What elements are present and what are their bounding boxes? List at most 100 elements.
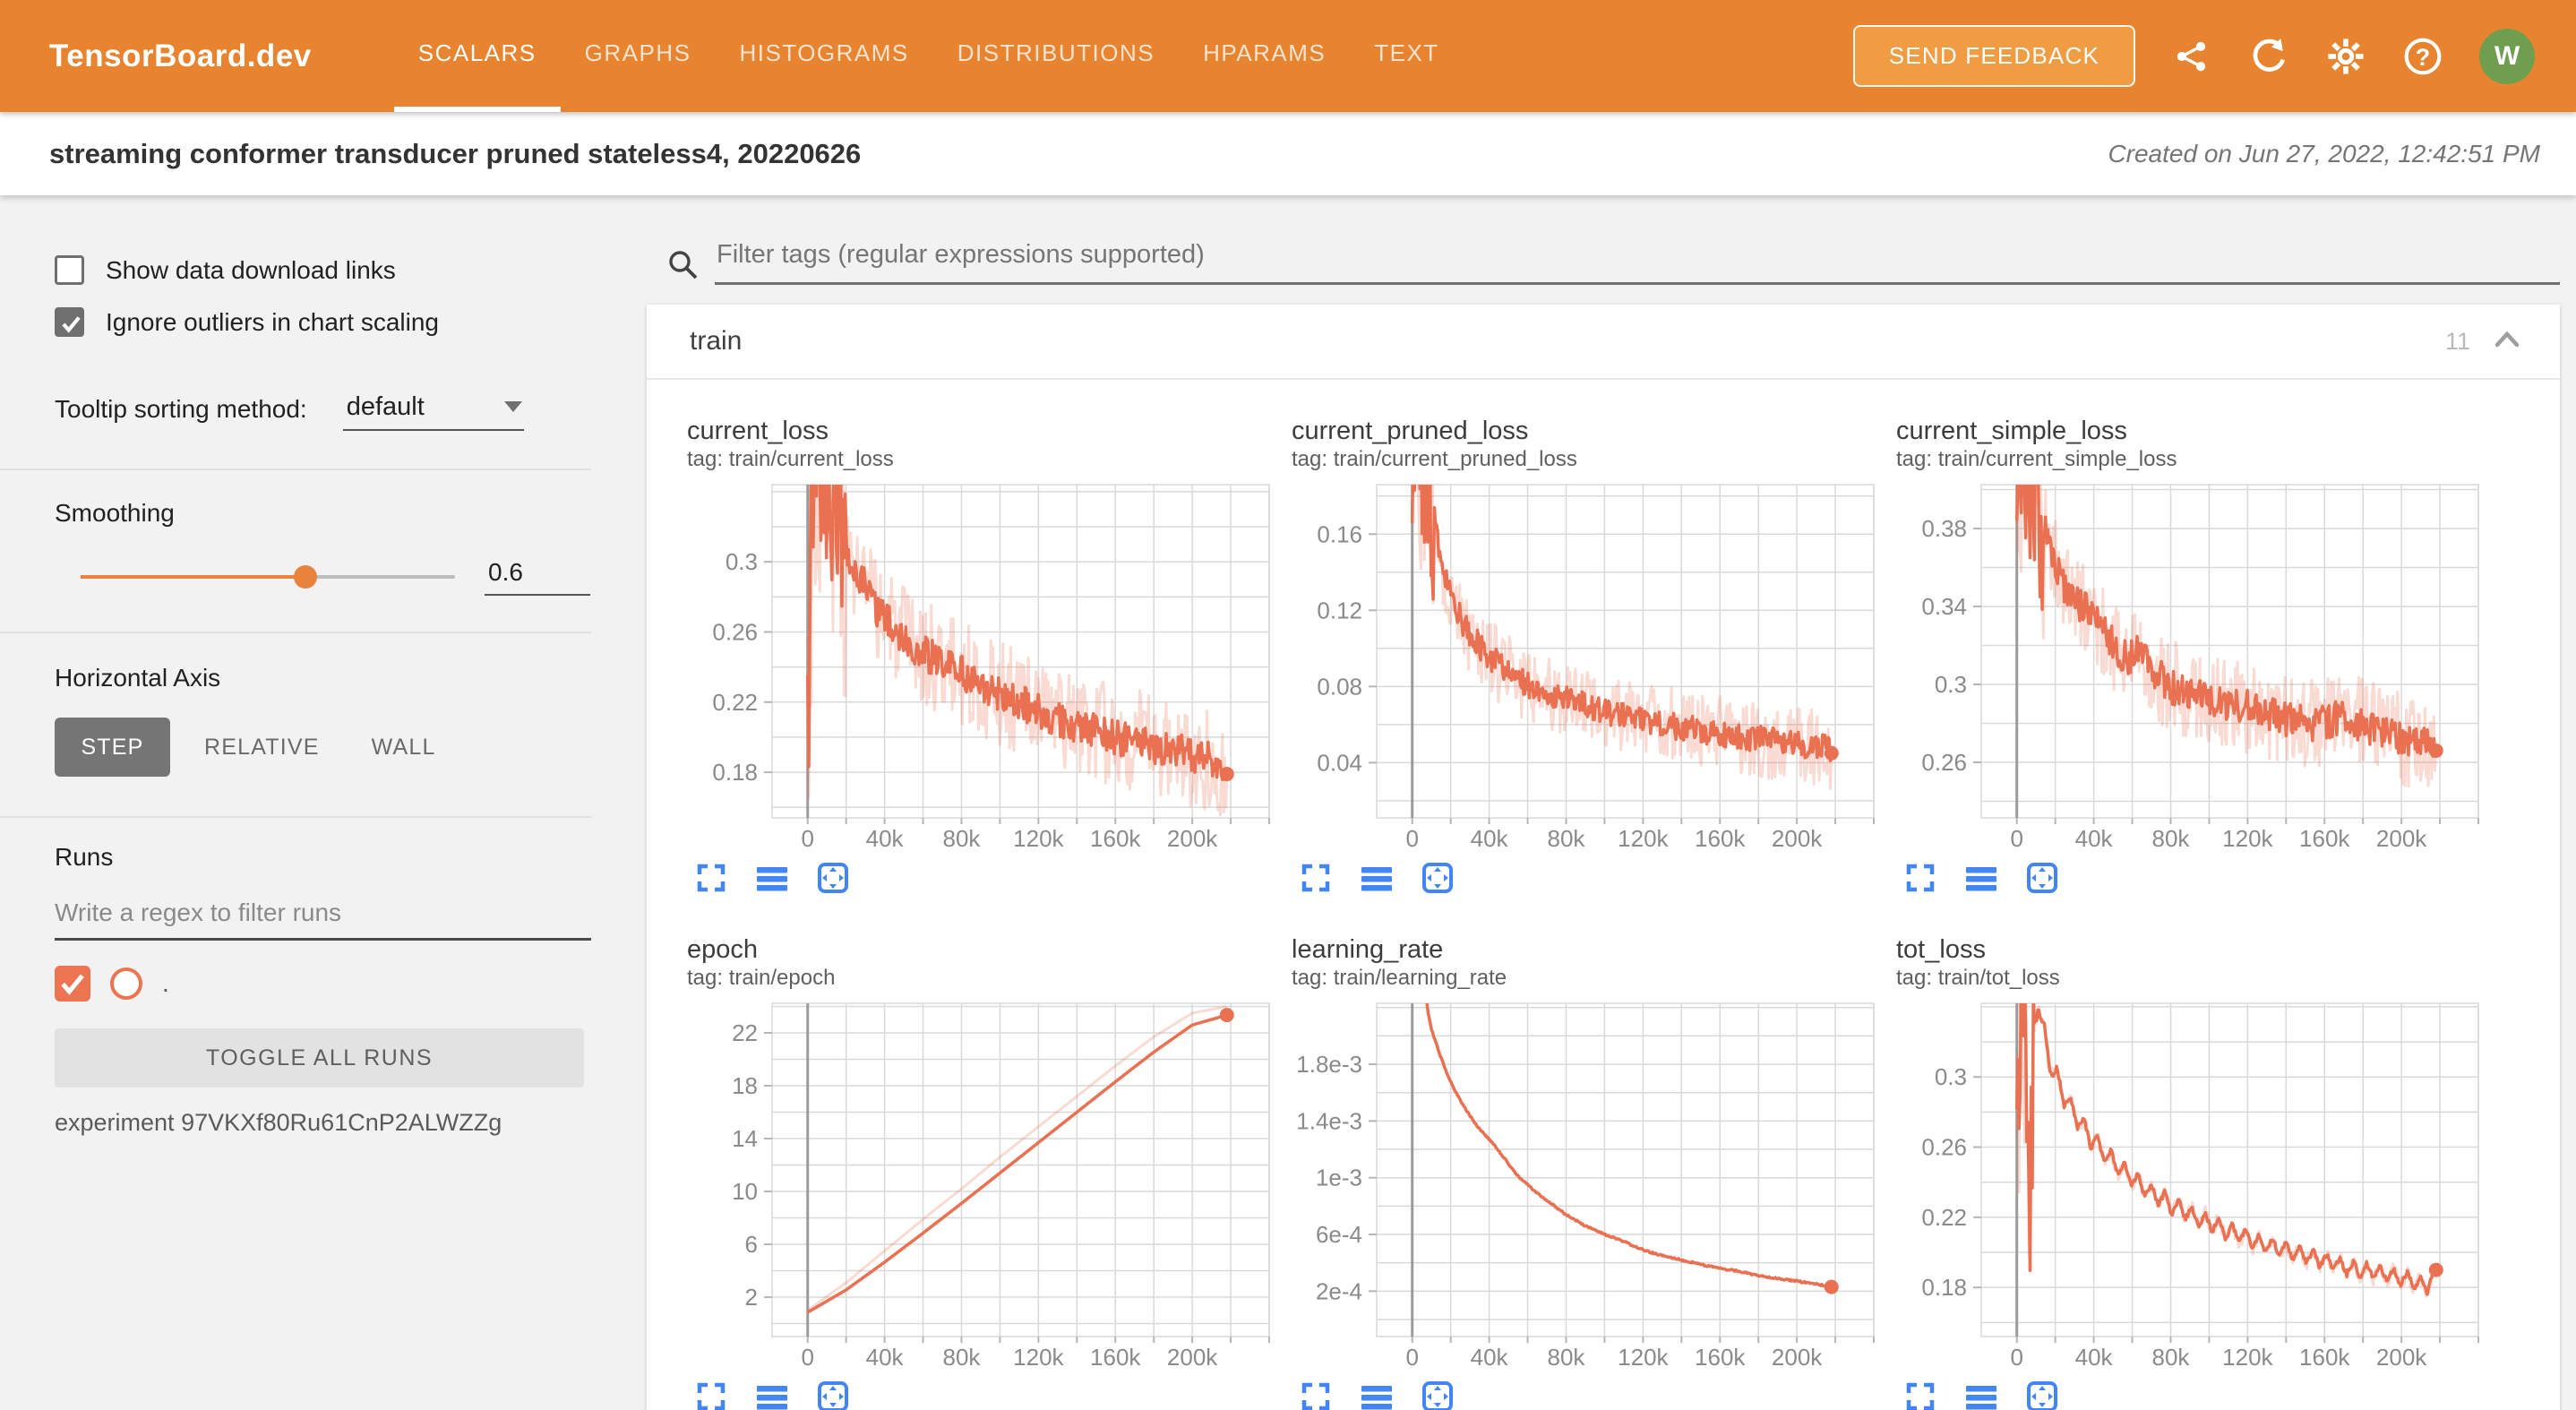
chart-plot-current_pruned_loss[interactable]: 040k80k120k160k200k0.040.080.120.16 bbox=[1292, 477, 1878, 854]
svg-text:14: 14 bbox=[732, 1125, 758, 1152]
smoothing-value-input[interactable] bbox=[485, 558, 590, 596]
chart-plot-epoch[interactable]: 040k80k120k160k200k2610141822 bbox=[687, 996, 1274, 1372]
refresh-icon[interactable] bbox=[2248, 36, 2289, 77]
run-checkbox[interactable] bbox=[55, 966, 90, 1002]
chart-title: current_pruned_loss bbox=[1292, 416, 1878, 446]
runs-selector-icon[interactable] bbox=[1360, 861, 1394, 895]
fit-domain-icon[interactable] bbox=[1421, 1380, 1455, 1410]
svg-text:80k: 80k bbox=[2152, 825, 2191, 852]
tooltip-sorting-dropdown[interactable]: default bbox=[343, 392, 524, 431]
svg-text:10: 10 bbox=[732, 1178, 758, 1205]
help-icon[interactable]: ? bbox=[2402, 36, 2443, 77]
expand-chart-icon[interactable] bbox=[1903, 861, 1937, 895]
svg-text:120k: 120k bbox=[2222, 825, 2273, 852]
send-feedback-button[interactable]: SEND FEEDBACK bbox=[1853, 25, 2135, 87]
chart-card-epoch: epochtag: train/epoch040k80k120k160k200k… bbox=[687, 934, 1274, 1410]
runs-selector-icon[interactable] bbox=[755, 861, 789, 895]
created-timestamp: Created on Jun 27, 2022, 12:42:51 PM bbox=[2108, 140, 2540, 168]
chart-card-current_pruned_loss: current_pruned_losstag: train/current_pr… bbox=[1292, 416, 1878, 895]
tab-distributions[interactable]: DISTRIBUTIONS bbox=[933, 0, 1179, 112]
tab-scalars[interactable]: SCALARS bbox=[394, 0, 561, 112]
expand-chart-icon[interactable] bbox=[694, 1380, 728, 1410]
svg-text:160k: 160k bbox=[1090, 1344, 1141, 1371]
tab-histograms[interactable]: HISTOGRAMS bbox=[715, 0, 932, 112]
svg-text:0: 0 bbox=[2010, 825, 2022, 852]
chart-actions bbox=[1896, 1380, 2483, 1410]
chart-plot-current_simple_loss[interactable]: 040k80k120k160k200k0.260.30.340.38 bbox=[1896, 477, 2483, 854]
smoothing-slider-fill bbox=[81, 575, 305, 579]
tag-group-header[interactable]: train 11 bbox=[647, 305, 2560, 380]
expand-chart-icon[interactable] bbox=[1903, 1380, 1937, 1410]
tab-graphs[interactable]: GRAPHS bbox=[561, 0, 716, 112]
chart-actions bbox=[1292, 861, 1878, 895]
fit-domain-icon[interactable] bbox=[2025, 861, 2059, 895]
svg-text:0.38: 0.38 bbox=[1921, 515, 1967, 542]
chevron-up-icon[interactable] bbox=[2494, 329, 2520, 355]
chart-plot-current_loss[interactable]: 040k80k120k160k200k0.180.220.260.3 bbox=[687, 477, 1274, 854]
chart-tag: tag: train/current_pruned_loss bbox=[1292, 446, 1878, 473]
chart-plot-tot_loss[interactable]: 040k80k120k160k200k0.180.220.260.3 bbox=[1896, 996, 2483, 1372]
svg-text:0.12: 0.12 bbox=[1317, 597, 1362, 623]
svg-text:6: 6 bbox=[745, 1231, 758, 1258]
settings-gear-icon[interactable] bbox=[2325, 36, 2366, 77]
expand-chart-icon[interactable] bbox=[1299, 1380, 1333, 1410]
axis-step-button[interactable]: STEP bbox=[55, 718, 170, 777]
svg-text:0.18: 0.18 bbox=[712, 759, 758, 786]
svg-text:200k: 200k bbox=[1167, 825, 1218, 852]
expand-chart-icon[interactable] bbox=[1299, 861, 1333, 895]
filter-tags-input[interactable] bbox=[715, 240, 2560, 285]
show-download-links-label: Show data download links bbox=[106, 256, 396, 285]
svg-text:120k: 120k bbox=[1618, 825, 1669, 852]
fit-domain-icon[interactable] bbox=[816, 1380, 850, 1410]
fit-domain-icon[interactable] bbox=[2025, 1380, 2059, 1410]
svg-text:22: 22 bbox=[732, 1019, 758, 1046]
runs-selector-icon[interactable] bbox=[1964, 861, 1998, 895]
chart-actions bbox=[1896, 861, 2483, 895]
svg-text:40k: 40k bbox=[866, 1344, 905, 1371]
runs-selector-icon[interactable] bbox=[1964, 1380, 1998, 1410]
runs-selector-icon[interactable] bbox=[755, 1380, 789, 1410]
ignore-outliers-row: Ignore outliers in chart scaling bbox=[55, 307, 647, 337]
nav-tabs: SCALARSGRAPHSHISTOGRAMSDISTRIBUTIONSHPAR… bbox=[394, 0, 1464, 112]
svg-text:2: 2 bbox=[745, 1284, 758, 1311]
axis-relative-button[interactable]: RELATIVE bbox=[186, 735, 338, 761]
toggle-all-runs-button[interactable]: TOGGLE ALL RUNS bbox=[55, 1028, 584, 1088]
svg-text:0: 0 bbox=[1405, 1344, 1418, 1371]
tooltip-sorting-label: Tooltip sorting method: bbox=[55, 395, 307, 431]
tag-group-name: train bbox=[690, 326, 742, 357]
tensorboard-dev-app: TensorBoard.dev SCALARSGRAPHSHISTOGRAMSD… bbox=[0, 0, 2576, 1410]
svg-text:0.08: 0.08 bbox=[1317, 673, 1362, 700]
chart-tag: tag: train/tot_loss bbox=[1896, 965, 2483, 992]
fit-domain-icon[interactable] bbox=[816, 861, 850, 895]
svg-text:0.18: 0.18 bbox=[1921, 1274, 1967, 1301]
smoothing-slider-handle[interactable] bbox=[294, 565, 317, 589]
chart-plot-learning_rate[interactable]: 040k80k120k160k200k2e-46e-41e-31.4e-31.8… bbox=[1292, 996, 1878, 1372]
main-content: train 11 current_losstag: train/current_… bbox=[647, 195, 2576, 1410]
chart-title: current_simple_loss bbox=[1896, 416, 2483, 446]
chevron-down-icon bbox=[504, 401, 522, 412]
settings-sidebar: Show data download links Ignore outliers… bbox=[0, 195, 647, 1410]
smoothing-slider[interactable] bbox=[81, 575, 455, 579]
svg-text:160k: 160k bbox=[1090, 825, 1141, 852]
svg-text:6e-4: 6e-4 bbox=[1316, 1221, 1362, 1248]
expand-chart-icon[interactable] bbox=[694, 861, 728, 895]
runs-selector-icon[interactable] bbox=[1360, 1380, 1394, 1410]
tab-hparams[interactable]: HPARAMS bbox=[1179, 0, 1350, 112]
share-icon[interactable] bbox=[2171, 36, 2212, 77]
axis-wall-button[interactable]: WALL bbox=[354, 735, 454, 761]
svg-text:160k: 160k bbox=[1695, 825, 1746, 852]
show-download-links-checkbox[interactable] bbox=[55, 255, 84, 285]
chart-tag: tag: train/current_loss bbox=[687, 446, 1274, 473]
svg-text:80k: 80k bbox=[1548, 1344, 1586, 1371]
tab-text[interactable]: TEXT bbox=[1350, 0, 1463, 112]
run-list-item: . bbox=[55, 966, 647, 1002]
chart-tag: tag: train/epoch bbox=[687, 965, 1274, 992]
ignore-outliers-checkbox[interactable] bbox=[55, 307, 84, 337]
chart-card-current_simple_loss: current_simple_losstag: train/current_si… bbox=[1896, 416, 2483, 895]
experiment-id: experiment 97VKXf80Ru61CnP2ALWZZg bbox=[55, 1109, 647, 1137]
runs-regex-input[interactable] bbox=[55, 898, 591, 941]
chart-title: current_loss bbox=[687, 416, 1274, 446]
fit-domain-icon[interactable] bbox=[1421, 861, 1455, 895]
tooltip-sorting-value: default bbox=[347, 392, 425, 421]
user-avatar[interactable]: W bbox=[2479, 29, 2535, 84]
